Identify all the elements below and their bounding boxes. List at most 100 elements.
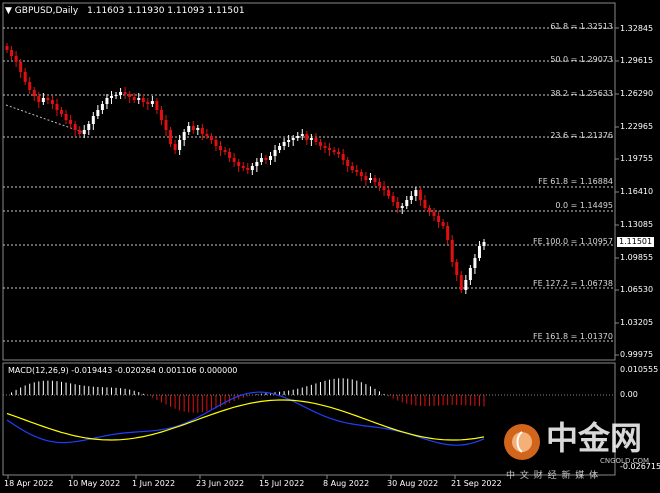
candle-body bbox=[219, 146, 223, 150]
candle-body bbox=[50, 100, 54, 104]
candle-body bbox=[60, 110, 64, 114]
candle-body bbox=[255, 162, 259, 166]
candle-body bbox=[378, 182, 382, 186]
candle-body bbox=[241, 166, 245, 168]
candle-body bbox=[459, 275, 463, 290]
macd-panel-frame bbox=[2, 362, 616, 476]
price-panel-frame bbox=[2, 2, 616, 361]
candle-body bbox=[37, 96, 41, 102]
candle-body bbox=[296, 136, 300, 138]
candle-body bbox=[328, 148, 332, 150]
candle-body bbox=[159, 110, 163, 120]
candle-body bbox=[300, 134, 304, 136]
candle-body bbox=[232, 158, 236, 162]
candle-body bbox=[350, 166, 354, 170]
candle-body bbox=[409, 196, 413, 200]
candle-body bbox=[178, 140, 182, 150]
candle-body bbox=[223, 150, 227, 152]
candle-body bbox=[46, 98, 50, 100]
candle-body bbox=[250, 166, 254, 170]
candle-body bbox=[309, 138, 313, 140]
candle-body bbox=[468, 268, 472, 280]
candle-body bbox=[355, 170, 359, 172]
candle-body bbox=[55, 104, 59, 110]
candle-body bbox=[400, 206, 404, 208]
candle-body bbox=[346, 160, 350, 166]
candle-body bbox=[64, 114, 68, 120]
candle-body bbox=[291, 138, 295, 140]
candle-body bbox=[405, 200, 409, 206]
candle-body bbox=[359, 172, 363, 176]
candle-body bbox=[259, 158, 263, 162]
chart-canvas[interactable] bbox=[0, 0, 660, 493]
macd-signal-line bbox=[6, 399, 485, 441]
candle-body bbox=[273, 150, 277, 156]
candle-body bbox=[128, 94, 132, 97]
candle-body bbox=[100, 104, 104, 110]
candle-body bbox=[82, 130, 86, 134]
candle-body bbox=[305, 134, 309, 140]
candle-body bbox=[482, 242, 486, 246]
candle-body bbox=[109, 96, 113, 98]
candle-body bbox=[164, 120, 168, 130]
candle-body bbox=[382, 186, 386, 190]
candle-body bbox=[455, 262, 459, 275]
candle-body bbox=[209, 136, 213, 140]
candle-body bbox=[318, 142, 322, 146]
candle-body bbox=[387, 190, 391, 196]
candle-body bbox=[473, 258, 477, 268]
candle-body bbox=[264, 158, 268, 160]
candle-body bbox=[477, 246, 481, 258]
candle-body bbox=[237, 162, 241, 166]
candle-body bbox=[268, 156, 272, 160]
candle-body bbox=[10, 50, 14, 56]
candle-body bbox=[373, 178, 377, 182]
candle-body bbox=[173, 144, 177, 150]
candle-body bbox=[414, 190, 418, 196]
candle-body bbox=[28, 82, 32, 90]
candle-body bbox=[132, 97, 136, 100]
candle-body bbox=[427, 208, 431, 212]
candle-body bbox=[196, 128, 200, 130]
candle-body bbox=[23, 72, 27, 82]
candle-body bbox=[191, 126, 195, 130]
candle-body bbox=[246, 168, 250, 170]
candle-body bbox=[5, 46, 9, 50]
candle-body bbox=[396, 202, 400, 208]
candle-body bbox=[91, 116, 95, 124]
candle-body bbox=[114, 95, 118, 96]
candle-body bbox=[78, 130, 82, 134]
candle-body bbox=[169, 130, 173, 144]
candle-body bbox=[278, 146, 282, 150]
candle-body bbox=[323, 146, 327, 148]
candle-body bbox=[214, 140, 218, 146]
candle-body bbox=[150, 101, 154, 104]
candle-body bbox=[314, 138, 318, 142]
candle-body bbox=[141, 98, 145, 102]
candle-body bbox=[96, 110, 100, 116]
candle-body bbox=[187, 126, 191, 132]
candle-body bbox=[418, 190, 422, 200]
candle-body bbox=[368, 178, 372, 180]
candle-body bbox=[73, 124, 77, 130]
candle-body bbox=[464, 280, 468, 290]
candle-body bbox=[119, 92, 123, 95]
candle-body bbox=[287, 140, 291, 142]
candle-body bbox=[332, 150, 336, 152]
candle-body bbox=[87, 124, 91, 130]
macd-main-line bbox=[6, 391, 485, 446]
candle-body bbox=[364, 176, 368, 180]
candle-body bbox=[14, 56, 18, 62]
candle-body bbox=[282, 142, 286, 146]
candle-body bbox=[205, 134, 209, 136]
candle-body bbox=[41, 98, 45, 102]
candle-body bbox=[437, 216, 441, 222]
candle-body bbox=[423, 200, 427, 208]
candle-body bbox=[19, 62, 23, 72]
candle-body bbox=[341, 154, 345, 160]
candle-body bbox=[337, 152, 341, 154]
candle-body bbox=[450, 240, 454, 262]
candle-body bbox=[146, 102, 150, 104]
candle-body bbox=[391, 196, 395, 202]
candle-body bbox=[69, 120, 73, 124]
